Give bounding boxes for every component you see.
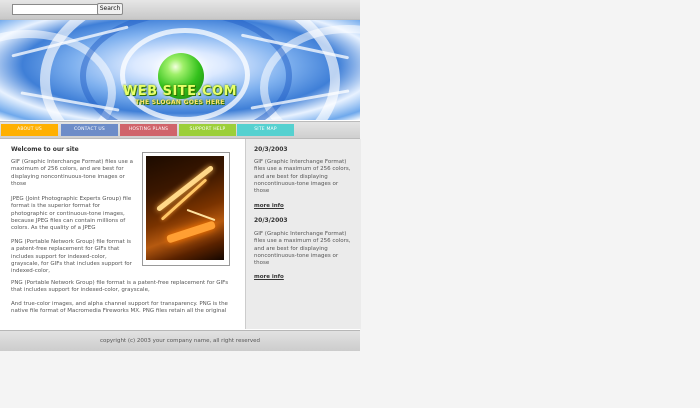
top-search-bar: Search [0, 0, 360, 20]
nav-tab-support-help[interactable]: SUPPORT HELP [179, 124, 236, 136]
site-slogan: THE SLOGAN GOES HERE [135, 99, 225, 106]
news-date: 20/3/2003 [254, 146, 288, 153]
news-date: 20/3/2003 [254, 217, 288, 224]
page: Search WEB SITE.COM THE SLOGAN GOES HERE… [0, 0, 361, 351]
search-input[interactable] [12, 4, 100, 15]
intro-paragraph: PNG (Portable Network Group) file format… [11, 239, 132, 275]
nav-tab-contact-us[interactable]: CONTACT US [61, 124, 118, 136]
intro-paragraph: PNG (Portable Network Group) file format… [11, 280, 229, 294]
site-logo-title: WEB SITE.COM [122, 84, 238, 99]
news-summary: GIF (Graphic Interchange Format) files u… [254, 231, 351, 267]
nav-tab-hosting-plans[interactable]: HOSTING PLANS [120, 124, 177, 136]
welcome-heading: Welcome to our site [11, 146, 79, 153]
intro-paragraph: GIF (Graphic Interchange Format) files u… [11, 159, 134, 187]
tunnel-light-photo [146, 156, 224, 260]
search-button[interactable]: Search [97, 3, 123, 15]
nav-tab-site-map[interactable]: SITE MAP [237, 124, 294, 136]
tunnel-photo-frame [142, 152, 230, 266]
footer-copyright: copyright (c) 2003 your company name, al… [0, 330, 360, 351]
news-sidebar: 20/3/2003 GIF (Graphic Interchange Forma… [245, 139, 361, 329]
welcome-section: Welcome to our site GIF (Graphic Interch… [0, 139, 243, 329]
main-content: Welcome to our site GIF (Graphic Interch… [0, 139, 361, 329]
main-nav: ABOUT US CONTACT US HOSTING PLANS SUPPOR… [0, 121, 360, 139]
intro-paragraph: JPEG (Joint Photographic Experts Group) … [11, 196, 132, 232]
more-info-link[interactable]: more info [254, 203, 284, 209]
news-summary: GIF (Graphic Interchange Format) files u… [254, 159, 351, 195]
more-info-link[interactable]: more info [254, 274, 284, 280]
nav-tab-about-us[interactable]: ABOUT US [1, 124, 58, 136]
intro-paragraph: And true-color images, and alpha channel… [11, 301, 228, 315]
header-banner: WEB SITE.COM THE SLOGAN GOES HERE [0, 20, 360, 120]
